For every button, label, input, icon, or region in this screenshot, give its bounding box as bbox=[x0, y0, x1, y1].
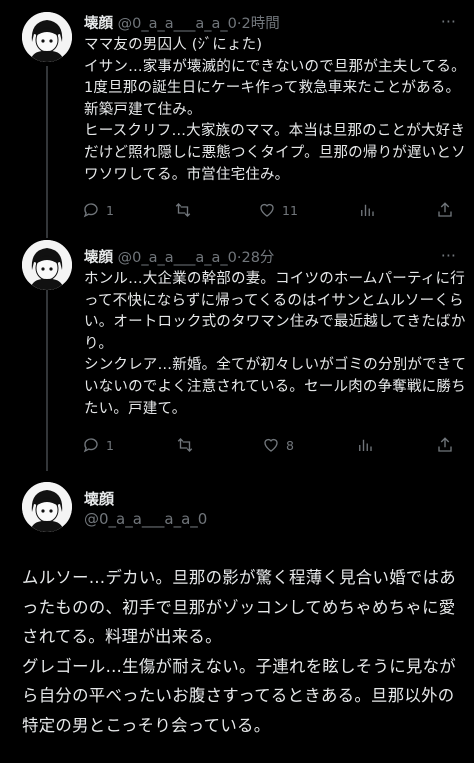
reply-button[interactable]: 1 bbox=[82, 436, 114, 454]
like-icon bbox=[264, 438, 278, 452]
more-icon[interactable]: ··· bbox=[441, 246, 456, 265]
views-icon bbox=[361, 204, 374, 216]
retweet-icon bbox=[175, 203, 191, 217]
share-button[interactable] bbox=[436, 436, 454, 454]
views-button[interactable] bbox=[358, 201, 376, 219]
avatar[interactable] bbox=[22, 12, 72, 62]
display-name[interactable]: 壊顔 bbox=[84, 16, 113, 32]
more-icon[interactable]: ··· bbox=[441, 12, 456, 31]
tweet-header: 壊顔 @0_a_a___a_a_0·28分 bbox=[84, 250, 275, 266]
reply-count: 1 bbox=[106, 202, 114, 218]
retweet-button[interactable] bbox=[176, 436, 200, 454]
views-icon bbox=[359, 439, 372, 451]
like-count: 8 bbox=[285, 437, 294, 453]
timestamp[interactable]: 28分 bbox=[241, 250, 274, 266]
main-tweet-handle[interactable]: @0_a_a___a_a_0 bbox=[84, 510, 207, 528]
thread-line bbox=[46, 283, 48, 471]
views-button[interactable] bbox=[356, 436, 374, 454]
share-icon bbox=[438, 202, 452, 217]
share-icon bbox=[438, 437, 452, 452]
share-button[interactable] bbox=[436, 201, 454, 219]
retweet-icon bbox=[177, 438, 193, 452]
avatar[interactable] bbox=[22, 240, 72, 290]
tweet-text: ママ友の男囚人 (ｼﾞにょた) イサン…家事が壊滅的にできないので旦那が主夫して… bbox=[84, 37, 466, 183]
handle[interactable]: @0_a_a___a_a_0 bbox=[118, 16, 237, 32]
thread-line bbox=[46, 66, 48, 238]
tweet-actions: 1 8 bbox=[82, 434, 454, 456]
reply-icon bbox=[83, 438, 98, 453]
retweet-button[interactable] bbox=[174, 201, 198, 219]
like-button[interactable]: 11 bbox=[258, 201, 298, 219]
tweet-text: ホンル…大企業の幹部の妻。コイツのホームパーティに行って不快にならずに帰ってくる… bbox=[84, 271, 467, 417]
timestamp[interactable]: 2時間 bbox=[241, 16, 279, 32]
like-count: 11 bbox=[282, 202, 298, 218]
avatar[interactable] bbox=[22, 482, 72, 532]
tweet-header: 壊顔 @0_a_a___a_a_0·2時間 bbox=[84, 16, 280, 32]
display-name[interactable]: 壊顔 bbox=[84, 250, 113, 266]
reply-icon bbox=[83, 203, 98, 218]
handle[interactable]: @0_a_a___a_a_0 bbox=[118, 250, 237, 266]
reply-button[interactable]: 1 bbox=[82, 201, 114, 219]
tweet-actions: 1 11 bbox=[82, 199, 454, 221]
main-tweet-name[interactable]: 壊顔 bbox=[84, 488, 114, 509]
like-button[interactable]: 8 bbox=[262, 436, 294, 454]
like-icon bbox=[260, 203, 274, 217]
reply-count: 1 bbox=[106, 437, 114, 453]
main-tweet-text: ムルソー…デカい。旦那の影が驚く程薄く見合い婚ではあったものの、初手で旦那がゾッ… bbox=[22, 568, 456, 735]
